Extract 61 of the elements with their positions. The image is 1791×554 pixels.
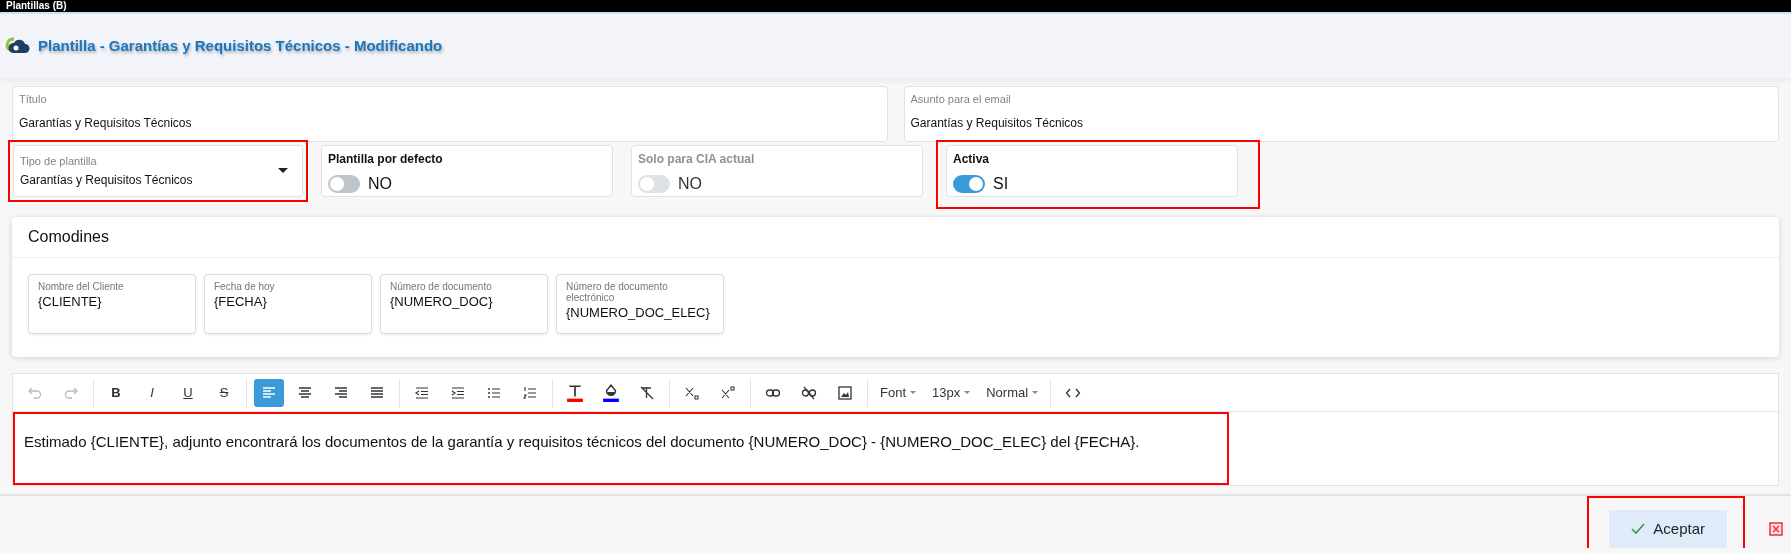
caret-icon [964, 390, 971, 395]
justify-icon [369, 384, 385, 401]
chip-label: Fecha de hoy [214, 281, 276, 292]
wildcard-chip[interactable]: Número de documento {NUMERO_DOC} [380, 274, 548, 334]
field-value: Garantías y Requisitos Técnicos [19, 114, 193, 132]
field-label: Título [19, 92, 48, 107]
switch-state: NO [368, 174, 392, 194]
cloud-logo-icon [4, 36, 30, 56]
caret-icon [1032, 390, 1039, 395]
chip-label: Número de documento electrónico [566, 281, 669, 303]
dropdown-button[interactable]: Normal [978, 382, 1047, 403]
check-icon [1631, 522, 1646, 535]
letter-t-icon [568, 384, 582, 397]
field-value: Garantías y Requisitos Técnicos [20, 172, 194, 190]
paint-bucket-icon [605, 383, 617, 396]
cancel-icon[interactable] [1769, 522, 1783, 536]
switch-label: Plantilla por defecto [328, 151, 444, 168]
switch-state: NO [678, 174, 702, 194]
field-value: Garantías y Requisitos Técnicos [910, 114, 1085, 132]
outdent-icon [414, 384, 430, 401]
select-field[interactable]: Tipo de plantilla Garantías y Requisitos Técnicos [13, 145, 303, 197]
toggle-switch[interactable] [328, 175, 360, 193]
caret-icon [910, 390, 916, 395]
caret-icon [278, 168, 288, 174]
chip-value: {NUMERO_DOC_ELEC} [566, 304, 711, 322]
superscript-icon [720, 384, 736, 401]
switch-state: SI [993, 174, 1009, 194]
image-icon [837, 384, 853, 401]
italic-button[interactable]: I [137, 378, 167, 407]
align-center-icon [297, 384, 313, 401]
align-right-icon [333, 384, 349, 401]
bold-button[interactable]: B [101, 378, 131, 407]
chip-value: {NUMERO_DOC} [390, 293, 494, 311]
text-field[interactable]: Título Garantías y Requisitos Técnicos [12, 86, 888, 142]
unlink-icon [801, 384, 817, 401]
wildcard-chip[interactable]: Número de documento electrónico {NUMERO_DOC_ELEC} [556, 274, 724, 334]
field-label: Asunto para el email [910, 92, 1012, 107]
toggle-switch[interactable] [953, 175, 985, 193]
panel-title: Comodines [12, 217, 1779, 258]
indent-icon [450, 384, 466, 401]
strike-button[interactable]: S [209, 378, 239, 407]
page-title: Plantilla - Garantías y Requisitos Técnicos - Modificando [38, 35, 443, 56]
text-field[interactable]: Asunto para el email Garantías y Requisitos Técnicos [903, 86, 1779, 142]
switch-label: Solo para CIA actual [638, 151, 756, 168]
switch-label: Activa [953, 151, 991, 168]
align-left-icon [261, 384, 277, 401]
align-left-button[interactable] [254, 378, 284, 407]
underline-button[interactable]: U [173, 378, 203, 407]
chip-value: {CLIENTE} [38, 293, 103, 311]
dropdown-button[interactable]: Font [872, 382, 924, 403]
chip-value: {FECHA} [214, 293, 268, 311]
chip-label: Número de documento [390, 281, 493, 292]
accept-button[interactable]: Aceptar [1609, 509, 1727, 548]
wildcard-chip[interactable]: Nombre del Cliente {CLIENTE} [28, 274, 196, 334]
window-title: Plantillas (B) [5, 0, 68, 12]
chip-label: Nombre del Cliente [38, 281, 125, 292]
field-label: Tipo de plantilla [20, 153, 98, 169]
wildcard-chip[interactable]: Fecha de hoy {FECHA} [204, 274, 372, 334]
dropdown-button[interactable]: 13px [924, 382, 979, 403]
numbered-list-icon [522, 384, 538, 401]
clear-format-icon [639, 384, 655, 401]
